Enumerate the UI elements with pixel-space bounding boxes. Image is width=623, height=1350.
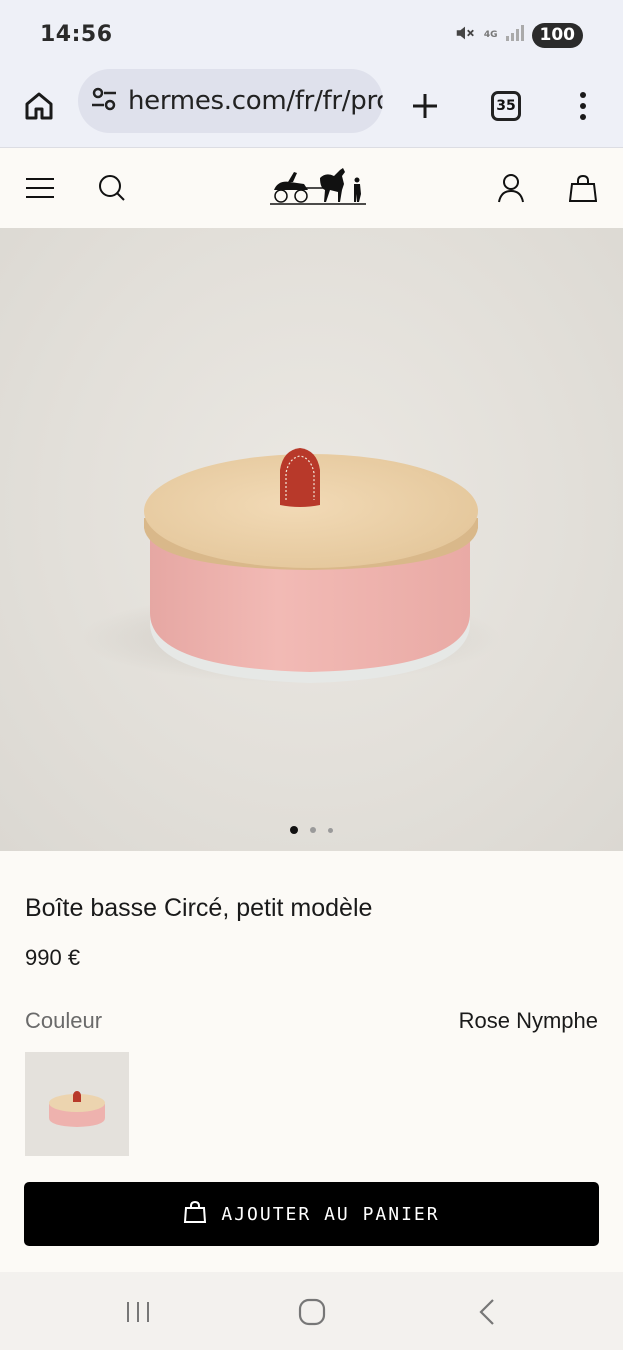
url-bar[interactable]: hermes.com/fr/fr/product/boite-basse-cir…	[78, 69, 383, 133]
tabs-icon[interactable]: 35	[491, 91, 521, 121]
carousel-indicators[interactable]	[0, 826, 623, 834]
add-to-cart-label: AJOUTER AU PANIER	[221, 1203, 440, 1225]
network-label: 4G	[483, 29, 498, 40]
tune-icon[interactable]	[90, 85, 118, 118]
plus-icon[interactable]	[403, 84, 447, 128]
battery-badge: 100	[531, 22, 583, 48]
shopping-bag-icon[interactable]	[563, 168, 603, 208]
hermes-carriage-logo[interactable]	[268, 158, 368, 218]
color-label: Couleur	[25, 1008, 103, 1033]
recents-icon[interactable]	[118, 1292, 158, 1332]
shopping-bag-icon	[183, 1200, 207, 1229]
signal-icon	[505, 24, 524, 46]
status-bar: 14:56 4G 100	[0, 0, 623, 68]
carousel-dot-2[interactable]	[310, 827, 316, 833]
site-header	[0, 148, 623, 228]
product-title: Boîte basse Circé, petit modèle	[25, 894, 373, 922]
status-time: 14:56	[40, 22, 113, 47]
system-nav-bar	[0, 1272, 623, 1350]
more-vert-icon[interactable]	[561, 84, 605, 128]
menu-icon[interactable]	[20, 168, 60, 208]
url-text[interactable]: hermes.com/fr/fr/product/boite-basse-cir…	[128, 86, 383, 116]
user-icon[interactable]	[491, 168, 531, 208]
add-to-cart-button[interactable]: AJOUTER AU PANIER	[24, 1182, 599, 1246]
tabs-button[interactable]: 35	[484, 84, 528, 128]
product-price: 990 €	[25, 945, 81, 970]
browser-toolbar: hermes.com/fr/fr/product/boite-basse-cir…	[0, 68, 623, 148]
color-swatch[interactable]	[25, 1052, 129, 1156]
product-image[interactable]	[0, 228, 623, 851]
carousel-dot-3[interactable]	[328, 827, 333, 833]
status-icons: 4G 100	[454, 21, 583, 49]
home-icon[interactable]	[17, 84, 61, 128]
search-icon[interactable]	[92, 168, 132, 208]
color-value: Rose Nymphe	[458, 1008, 598, 1033]
carousel-dot-1[interactable]	[290, 826, 298, 834]
nav-home-icon[interactable]	[292, 1292, 332, 1332]
mute-icon	[454, 22, 476, 49]
back-icon[interactable]	[467, 1292, 507, 1332]
